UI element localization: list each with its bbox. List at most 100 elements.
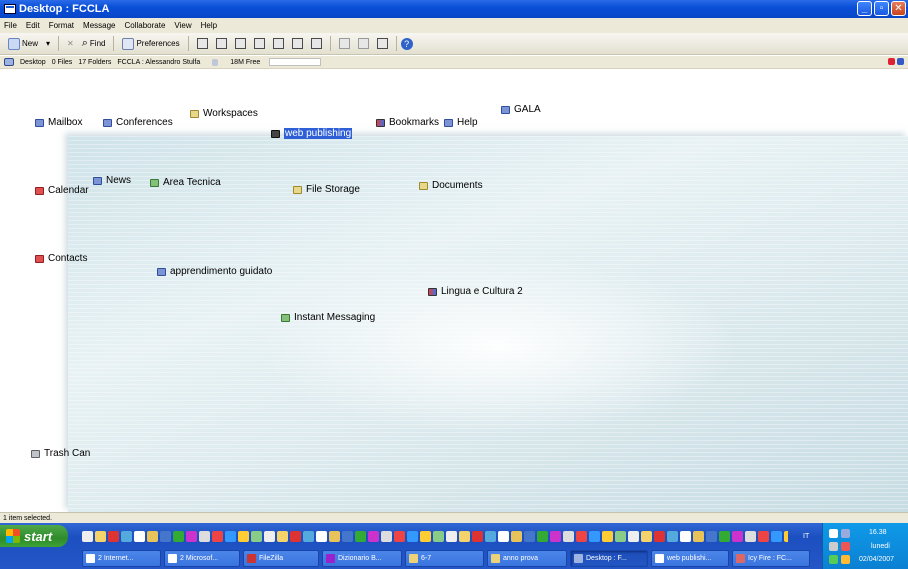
quick-launch-icon[interactable] [355,530,366,542]
desktop-item-file-storage[interactable]: File Storage [293,184,360,195]
quick-launch-icon[interactable] [693,530,704,542]
find-button[interactable]: ⌕ Find [78,35,110,53]
quick-launch-icon[interactable] [238,530,249,542]
quick-launch-icon[interactable] [771,530,782,542]
task-anno-prova[interactable]: anno prova [487,550,567,567]
quick-launch-icon[interactable] [251,530,262,542]
quick-launch-icon[interactable] [342,530,353,542]
minimize-icon[interactable]: _ [857,1,872,16]
quick-launch-icon[interactable] [394,530,405,542]
quick-launch-icon[interactable] [433,530,444,542]
start-button[interactable]: start [0,525,68,547]
quick-launch-icon[interactable] [459,530,470,542]
quick-launch-icon[interactable] [498,530,509,542]
desktop-item-instant-messaging[interactable]: Instant Messaging [281,312,375,323]
menu-edit[interactable]: Edit [26,21,40,30]
quick-launch-icon[interactable] [667,530,678,542]
quick-launch-icon[interactable] [745,530,756,542]
tray-icon[interactable] [841,529,850,538]
desktop-item-trash-can[interactable]: Trash Can [31,448,90,459]
desktop-item-lingua-e-cultura[interactable]: Lingua e Cultura 2 [428,286,523,297]
quick-launch-icon[interactable] [264,530,275,542]
quick-launch-icon[interactable] [82,530,93,542]
quick-launch-icon[interactable] [732,530,743,542]
desktop-item-conferences[interactable]: Conferences [103,117,173,128]
quick-launch-icon[interactable] [784,530,788,542]
menu-help[interactable]: Help [201,21,217,30]
quick-launch-icon[interactable] [212,530,223,542]
copy-icon[interactable] [196,38,208,49]
quick-launch-icon[interactable] [199,530,210,542]
tray-icon[interactable] [829,555,838,564]
new-button[interactable]: New ▾ [4,35,54,53]
menu-format[interactable]: Format [49,21,74,30]
quick-launch-icon[interactable] [719,530,730,542]
task-desktop-fccla[interactable]: Desktop : F... [570,550,648,567]
tray-icon[interactable] [841,542,850,551]
menu-view[interactable]: View [174,21,191,30]
task-microsoft[interactable]: 2 Microsof... [164,550,240,567]
calendar-icon[interactable] [310,38,322,49]
tray-icon[interactable] [829,542,838,551]
link-icon[interactable] [357,38,369,49]
menu-message[interactable]: Message [83,21,115,30]
quick-launch-icon[interactable] [407,530,418,542]
tray-icon[interactable] [841,555,850,564]
quick-launch-icon[interactable] [316,530,327,542]
help-icon[interactable]: ? [400,37,413,50]
desktop-item-contacts[interactable]: Contacts [35,253,87,264]
preferences-button[interactable]: Preferences [118,35,183,53]
quick-launch-icon[interactable] [563,530,574,542]
menu-file[interactable]: File [4,21,17,30]
desktop-item-workspaces[interactable]: Workspaces [190,108,258,119]
quick-launch-icon[interactable] [524,530,535,542]
delete-button[interactable]: ✕ [63,35,78,53]
quick-launch-icon[interactable] [303,530,314,542]
quick-launch-icon[interactable] [225,530,236,542]
tray-icon[interactable] [829,529,838,538]
user-icon[interactable] [253,38,265,49]
quick-launch-icon[interactable] [173,530,184,542]
quick-launch-icon[interactable] [186,530,197,542]
path-location[interactable]: Desktop [20,59,46,66]
task-folder-6-7[interactable]: 6-7 [405,550,484,567]
language-indicator[interactable]: IT [803,533,809,540]
quick-launch-icon[interactable] [628,530,639,542]
quick-launch-icon[interactable] [446,530,457,542]
quick-launch-icon[interactable] [680,530,691,542]
menu-collaborate[interactable]: Collaborate [125,21,166,30]
quick-launch-icon[interactable] [576,530,587,542]
quick-launch-icon[interactable] [108,530,119,542]
quick-launch-icon[interactable] [589,530,600,542]
task-web-publishing[interactable]: web publishi... [651,550,729,567]
desktop-item-mailbox[interactable]: Mailbox [35,117,82,128]
close-icon[interactable]: ✕ [891,1,906,16]
quick-launch-icon[interactable] [95,530,106,542]
desktop-item-help[interactable]: Help [444,117,478,128]
desktop-item-news[interactable]: News [93,175,131,186]
quick-launch-icon[interactable] [147,530,158,542]
quick-launch-icon[interactable] [134,530,145,542]
quick-launch-icon[interactable] [511,530,522,542]
quick-launch-icon[interactable] [368,530,379,542]
task-dizionario[interactable]: Dizionario B... [322,550,402,567]
quick-launch-icon[interactable] [654,530,665,542]
refresh-icon[interactable] [338,38,350,49]
desktop-item-area-tecnica[interactable]: Area Tecnica [150,177,221,188]
network-icon[interactable] [291,38,303,49]
task-filezilla[interactable]: FileZilla [243,550,319,567]
quick-launch-icon[interactable] [472,530,483,542]
quick-launch-icon[interactable] [758,530,769,542]
desktop-item-gala[interactable]: GALA [501,104,541,115]
tree-icon[interactable] [272,38,284,49]
quick-launch-icon[interactable] [602,530,613,542]
quick-launch-icon[interactable] [160,530,171,542]
quick-launch-icon[interactable] [641,530,652,542]
desktop-item-documents[interactable]: Documents [419,180,483,191]
quick-launch-icon[interactable] [277,530,288,542]
quick-launch-icon[interactable] [381,530,392,542]
quick-launch-icon[interactable] [550,530,561,542]
task-internet[interactable]: 2 Internet... [82,550,161,567]
chevron-down-icon[interactable]: ▾ [46,39,50,48]
desktop-item-bookmarks[interactable]: Bookmarks [376,117,439,128]
